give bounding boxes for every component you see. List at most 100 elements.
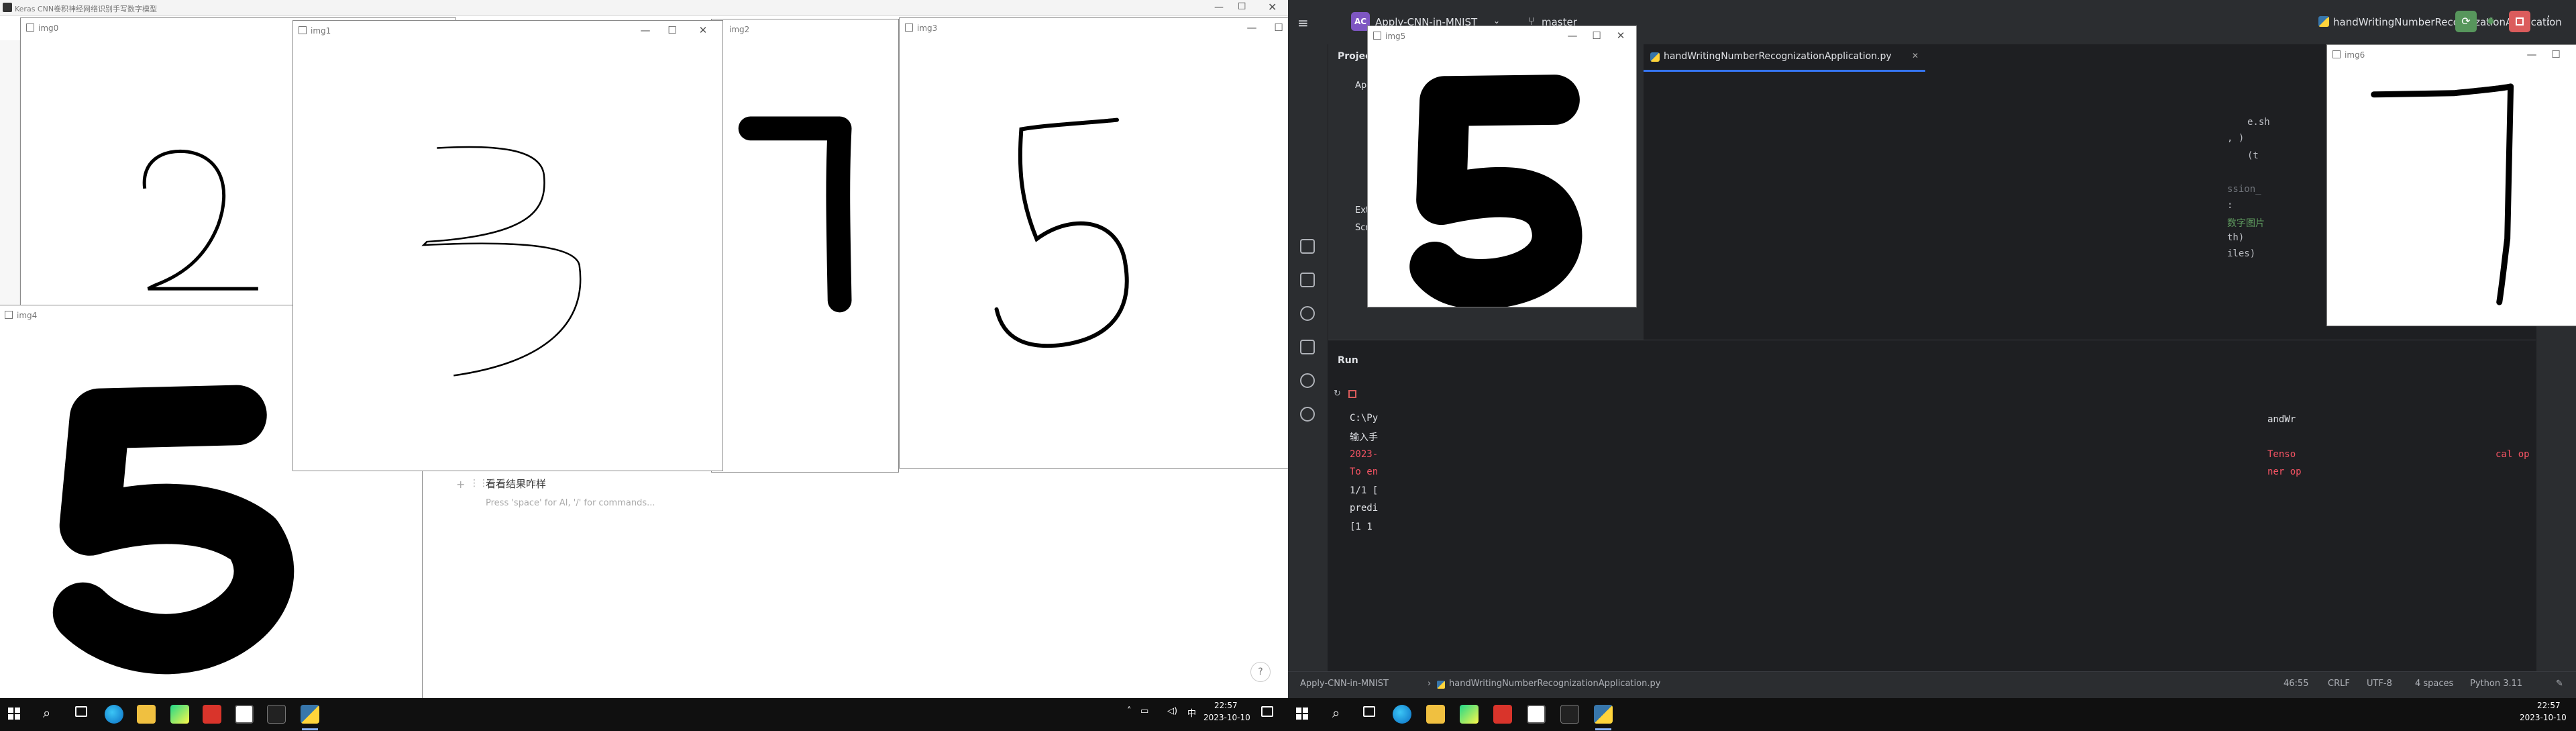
- wps-icon[interactable]: [203, 705, 221, 724]
- window-icon: [1373, 32, 1381, 40]
- line-separator[interactable]: CRLF: [2328, 679, 2350, 689]
- editor-tab[interactable]: handWritingNumberRecognizationApplicatio…: [1664, 51, 1892, 62]
- close-icon[interactable]: ✕: [1611, 29, 1631, 42]
- note-block-text[interactable]: 看看结果咋样: [486, 477, 546, 491]
- image-window-img1[interactable]: img1 — ☐ ✕: [292, 20, 723, 471]
- services-icon[interactable]: [1300, 306, 1315, 321]
- window-titlebar[interactable]: img3 — ☐ ✕: [900, 18, 1288, 37]
- python-app-icon[interactable]: [1594, 705, 1613, 724]
- tray-chevron-icon[interactable]: ˄: [1127, 706, 1132, 716]
- more-actions-icon[interactable]: ⋮: [2542, 13, 2555, 28]
- maximize-icon[interactable]: ☐: [2546, 48, 2566, 61]
- start-icon[interactable]: [8, 708, 20, 720]
- layers-icon[interactable]: [1300, 273, 1315, 287]
- image-window-img3[interactable]: img3 — ☐ ✕: [899, 17, 1288, 469]
- window-titlebar[interactable]: img1 — ☐ ✕: [293, 21, 722, 40]
- notes-editor: + ⋮⋮ 看看结果咋样 Press 'space' for AI, '/' fo…: [421, 463, 1287, 698]
- close-icon[interactable]: ✕: [693, 23, 713, 37]
- help-button[interactable]: ?: [1250, 662, 1271, 682]
- command-placeholder[interactable]: Press 'space' for AI, '/' for commands..…: [486, 498, 655, 508]
- image-window-img6[interactable]: img6 — ☐ ✕: [2326, 44, 2576, 326]
- maximize-icon[interactable]: ☐: [1269, 21, 1288, 34]
- console-line: 1/1 [: [1350, 485, 1379, 496]
- minimize-icon[interactable]: —: [2522, 48, 2542, 61]
- file-encoding[interactable]: UTF-8: [2367, 679, 2392, 689]
- window-icon: [26, 23, 34, 32]
- console-line: predi: [1350, 503, 1379, 514]
- run-button[interactable]: ⟳: [2455, 11, 2477, 32]
- window-icon: [299, 26, 307, 34]
- python-app-icon[interactable]: [301, 705, 319, 724]
- task-view-icon[interactable]: [1363, 706, 1375, 717]
- cursor-position[interactable]: 46:55: [2284, 679, 2308, 689]
- git-icon[interactable]: [1300, 407, 1315, 422]
- readonly-toggle-icon[interactable]: ✎: [2556, 679, 2563, 689]
- add-block-icon[interactable]: +: [456, 478, 465, 491]
- terminal-tool-icon[interactable]: [1300, 340, 1315, 354]
- notion-icon[interactable]: [1527, 705, 1546, 724]
- network-icon[interactable]: ▭: [1140, 706, 1148, 716]
- task-view-icon[interactable]: [75, 706, 87, 717]
- taskbar-date[interactable]: 2023-10-10: [1203, 713, 1250, 722]
- wps-icon[interactable]: [1493, 705, 1512, 724]
- window-title: img4: [17, 311, 38, 320]
- code-line: , ): [2227, 133, 2245, 144]
- edge-browser-icon[interactable]: [105, 705, 123, 724]
- window-titlebar[interactable]: img5 — ☐ ✕: [1368, 26, 1636, 45]
- debug-icon[interactable]: ✹: [2486, 15, 2495, 28]
- start-icon[interactable]: [1296, 708, 1308, 720]
- maximize-icon[interactable]: ☐: [662, 23, 682, 37]
- search-icon[interactable]: ⌕: [1332, 705, 1340, 721]
- problems-icon[interactable]: [1300, 373, 1315, 388]
- hamburger-menu-icon[interactable]: ≡: [1297, 15, 1309, 31]
- volume-icon[interactable]: ◁): [1167, 706, 1177, 716]
- digit-canvas: [2327, 65, 2576, 326]
- maximize-icon[interactable]: ☐: [1238, 1, 1246, 12]
- close-icon[interactable]: ✕: [1268, 1, 1277, 13]
- image-window-img5[interactable]: img5 — ☐ ✕: [1367, 26, 1637, 307]
- python-file-icon: [1437, 681, 1445, 689]
- input-language[interactable]: 中: [1187, 706, 1196, 719]
- left-monitor: Keras CNN卷积神经网络识别手写数字模型 — ☐ ✕ + ⋮⋮ 看看结果咋…: [0, 0, 1288, 731]
- edge-browser-icon[interactable]: [1393, 705, 1411, 724]
- run-tool-icon[interactable]: [1300, 239, 1315, 254]
- indent-setting[interactable]: 4 spaces: [2415, 679, 2453, 689]
- breadcrumb-file[interactable]: handWritingNumberRecognizationApplicatio…: [1449, 679, 1660, 689]
- code-line: e.sh: [2247, 117, 2270, 128]
- taskbar-time[interactable]: 22:57: [1214, 701, 1238, 710]
- pycharm-icon[interactable]: [1460, 705, 1479, 724]
- image-window-img2[interactable]: img2: [711, 19, 899, 473]
- terminal-icon[interactable]: [1560, 705, 1579, 724]
- active-app-underline: [302, 728, 318, 730]
- tab-close-icon[interactable]: ✕: [1912, 51, 1919, 60]
- search-icon[interactable]: ⌕: [43, 705, 50, 721]
- run-panel-title[interactable]: Run: [1338, 355, 1358, 366]
- breadcrumb-project[interactable]: Apply-CNN-in-MNIST: [1300, 679, 1389, 689]
- chevron-down-icon[interactable]: ⌄: [1493, 16, 1500, 26]
- notification-icon[interactable]: [1261, 706, 1273, 717]
- file-explorer-icon[interactable]: [1426, 705, 1445, 724]
- maximize-icon[interactable]: ☐: [1587, 29, 1607, 42]
- rerun-icon[interactable]: ↻: [1334, 389, 1341, 399]
- minimize-icon[interactable]: —: [1214, 2, 1224, 13]
- taskbar-time[interactable]: 22:57: [2537, 701, 2561, 710]
- notion-icon[interactable]: [235, 705, 254, 724]
- terminal-icon[interactable]: [267, 705, 286, 724]
- python-file-icon: [1650, 52, 1660, 62]
- python-interpreter[interactable]: Python 3.11: [2470, 679, 2522, 689]
- minimize-icon[interactable]: —: [635, 23, 655, 37]
- file-explorer-icon[interactable]: [137, 705, 156, 724]
- console-line: 输入手: [1350, 432, 1378, 443]
- stop-run-icon[interactable]: [1348, 390, 1356, 398]
- python-file-icon: [2318, 16, 2329, 27]
- window-titlebar[interactable]: img6 — ☐ ✕: [2327, 45, 2576, 64]
- pycharm-icon[interactable]: [170, 705, 189, 724]
- background-app-sidebar: [0, 40, 20, 309]
- digit-5-drawing: [1409, 75, 1582, 307]
- minimize-icon[interactable]: —: [1562, 29, 1582, 42]
- minimize-icon[interactable]: —: [1242, 21, 1262, 34]
- active-app-underline: [1595, 728, 1611, 730]
- window-titlebar[interactable]: img2: [712, 19, 898, 38]
- taskbar-date[interactable]: 2023-10-10: [2520, 713, 2567, 722]
- close-icon[interactable]: ✕: [2570, 48, 2576, 61]
